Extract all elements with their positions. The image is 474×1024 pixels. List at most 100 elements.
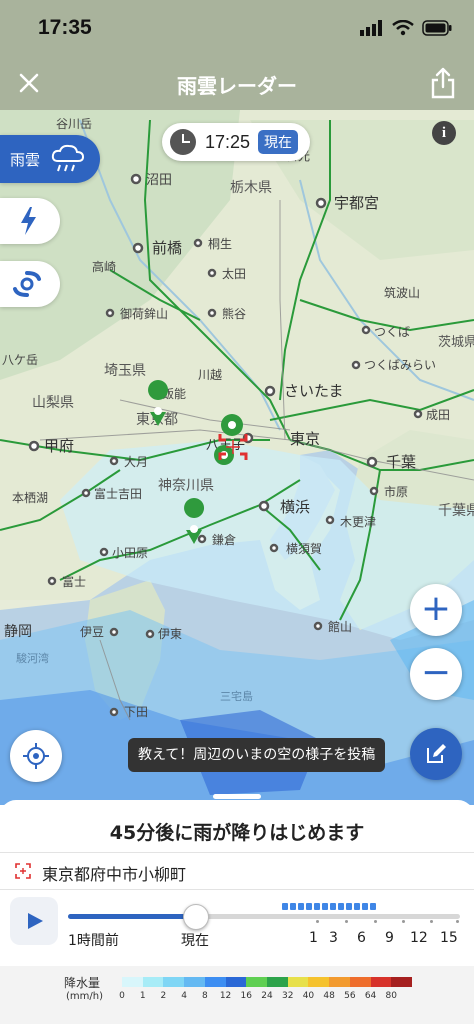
legend-value: 16: [240, 991, 252, 1001]
place-label: 前橋: [152, 239, 182, 257]
legend-value: 12: [219, 991, 232, 1001]
place-label: 埼玉県: [104, 363, 146, 379]
forecast-bar: [314, 903, 320, 910]
legend-value: 1: [139, 991, 146, 1001]
forecast-bar: [346, 903, 352, 910]
place-label: 鎌倉: [212, 532, 236, 547]
place-label: 八ケ岳: [2, 353, 38, 367]
forecast-bar: [330, 903, 336, 910]
legend-swatch: [329, 977, 351, 987]
status-bar: 17:35: [0, 0, 474, 60]
timeline-tick: [430, 920, 433, 923]
place-label: つくばみらい: [364, 358, 436, 372]
legend-value: 80: [385, 991, 397, 1001]
locate-button[interactable]: [10, 730, 62, 782]
layer-tab-rain-label: 雨雲: [10, 151, 41, 169]
place-label: 下田: [124, 705, 148, 719]
legend-swatch: [163, 977, 185, 987]
timeline-tick: [456, 920, 459, 923]
legend-value: 64: [364, 991, 377, 1001]
place-label: 小田原: [112, 546, 148, 560]
place-label: 静岡: [4, 624, 32, 640]
layer-tab-typhoon[interactable]: [0, 261, 60, 307]
place-label: 大月: [124, 455, 148, 469]
legend-value: 4: [181, 991, 187, 1001]
plus-icon: +: [420, 588, 452, 629]
legend-swatch: [142, 977, 164, 987]
legend-value: 32: [281, 991, 294, 1001]
timeline-tick: [345, 920, 348, 923]
location-text: 東京都府中市小柳町: [42, 865, 187, 884]
timeline-label-9h: 9: [385, 930, 394, 946]
timeline-label-3h: 3: [329, 930, 338, 946]
crosshair-icon: [23, 743, 49, 769]
zoom-out-button[interactable]: −: [410, 648, 462, 700]
info-icon[interactable]: i: [432, 121, 456, 145]
place-label: 千葉: [386, 453, 416, 471]
legend-value: 0: [119, 991, 125, 1001]
legend-swatch: [267, 977, 289, 987]
timeline-tick: [402, 920, 405, 923]
wifi-icon: [392, 20, 414, 36]
legend-value: 8: [201, 991, 208, 1001]
place-label: 筑波山: [384, 285, 420, 300]
legend-swatch: [370, 977, 392, 987]
place-label: さいたま: [284, 382, 344, 400]
place-label: つくば: [374, 325, 410, 339]
timeline-label-past: 1時間前: [68, 933, 119, 949]
place-label: 神奈川県: [158, 478, 214, 494]
zoom-in-button[interactable]: +: [410, 584, 462, 636]
divider: [0, 889, 474, 890]
place-label: 伊東: [158, 627, 182, 641]
signal-icon: [360, 20, 382, 36]
forecast-bar: [370, 903, 376, 910]
post-button[interactable]: [410, 728, 462, 780]
legend-value: 24: [261, 991, 273, 1001]
page-title: 雨雲レーダー: [177, 74, 297, 98]
timeline-slider-handle[interactable]: [183, 904, 209, 930]
place-label: 伊豆: [80, 625, 104, 639]
edit-icon: [427, 744, 446, 763]
legend-swatch: [287, 977, 309, 987]
legend-swatch: [349, 977, 372, 987]
forecast-bar: [290, 903, 296, 910]
play-icon: [28, 913, 43, 929]
layer-tab-lightning[interactable]: [0, 198, 60, 244]
place-label: 川越: [198, 368, 222, 382]
timeline-label-6h: 6: [357, 930, 366, 946]
timeline-label-15h: 15: [440, 930, 458, 946]
place-label: 市原: [384, 484, 408, 499]
time-indicator: 17:25 現在: [162, 123, 310, 161]
place-label: 横須賀: [286, 542, 322, 556]
legend-swatch: [184, 977, 206, 987]
place-label: 桐生: [208, 237, 232, 251]
legend-swatch: [225, 977, 247, 987]
place-label: 富士: [62, 574, 86, 589]
current-time: 17:25: [205, 131, 251, 152]
sheet-grabber[interactable]: [213, 794, 261, 799]
minus-icon: −: [420, 652, 452, 693]
forecast-bar: [338, 903, 344, 910]
lightning-icon: [21, 207, 36, 235]
layer-tab-rain[interactable]: 雨雲: [0, 135, 100, 183]
play-button[interactable]: [10, 897, 58, 945]
share-icon[interactable]: [428, 66, 458, 100]
map-canvas: 谷川岳 日光 沼田 栃木県 宇都宮 前橋 桐生 高崎 太田 筑波山 御荷鉾山 熊…: [0, 110, 474, 805]
timeline-progress: [68, 914, 196, 919]
forecast-bar: [322, 903, 328, 910]
place-label: 熊谷: [222, 306, 246, 321]
forecast-bar: [354, 903, 360, 910]
radar-map[interactable]: 谷川岳 日光 沼田 栃木県 宇都宮 前橋 桐生 高崎 太田 筑波山 御荷鉾山 熊…: [0, 110, 474, 805]
legend-value: 40: [302, 991, 315, 1001]
place-label: 東京: [290, 430, 320, 448]
forecast-bar: [362, 903, 368, 910]
legend-swatch: [204, 977, 227, 987]
legend-value: 48: [323, 991, 335, 1001]
legend-swatch: [246, 977, 268, 987]
place-label: 御荷鉾山: [120, 306, 168, 321]
place-label: 三宅島: [220, 689, 253, 703]
place-label: 本栖湖: [12, 490, 48, 505]
legend-swatch: [391, 977, 413, 987]
forecast-bar: [306, 903, 312, 910]
post-tooltip[interactable]: 教えて！周辺のいまの空の様子を投稿: [128, 738, 386, 772]
